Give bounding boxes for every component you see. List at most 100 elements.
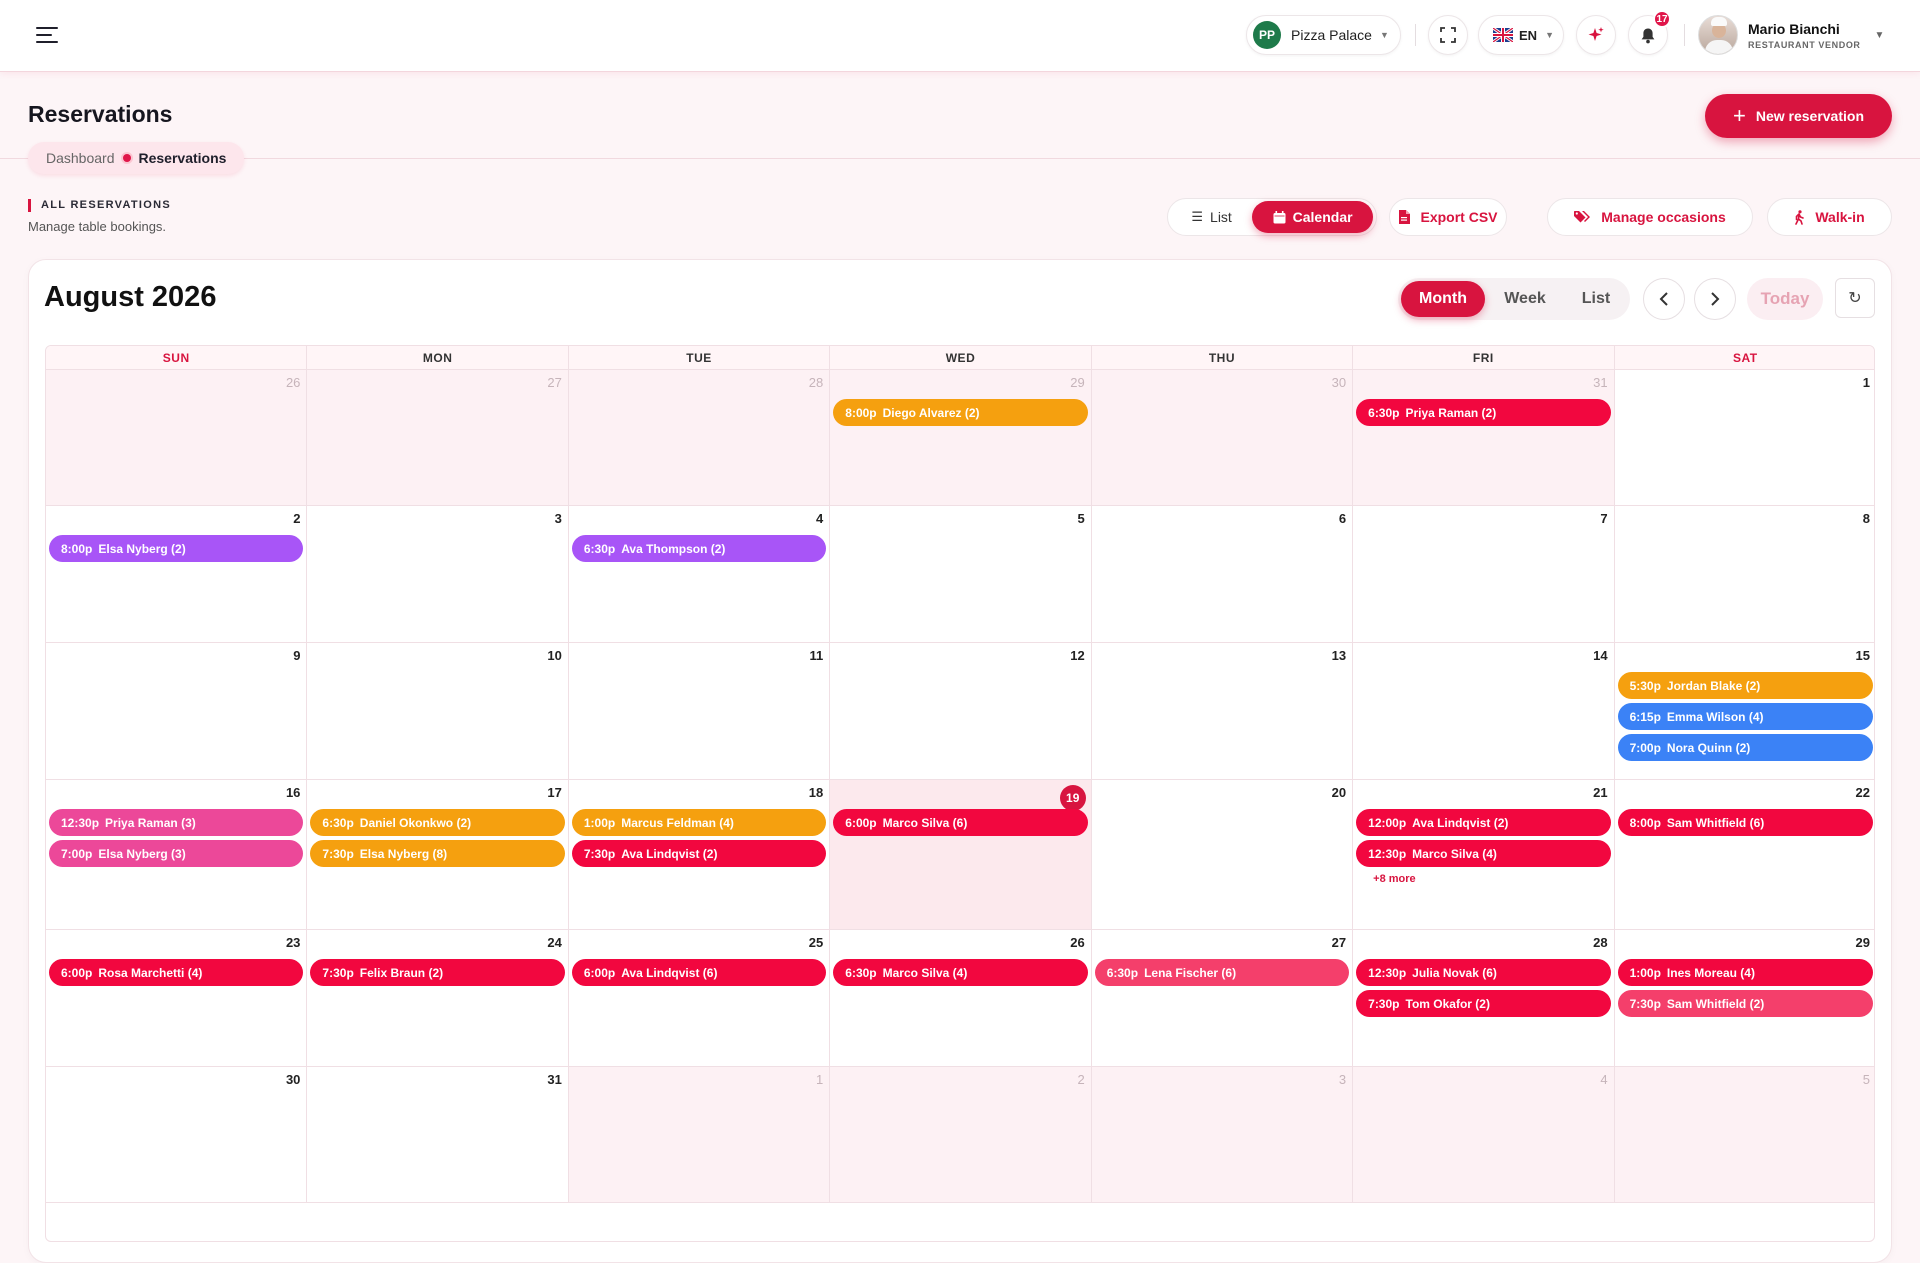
calendar-day-cell[interactable]: 14 (1353, 643, 1615, 780)
reservation-event[interactable]: 8:00p Sam Whitfield (6) (1617, 809, 1873, 836)
calendar-day-cell[interactable]: 5 (830, 506, 1092, 643)
calendar-day-cell[interactable]: 9 (46, 643, 308, 780)
notifications-button[interactable]: 17 (1628, 10, 1671, 55)
calendar-day-cell[interactable]: 13 (1091, 643, 1354, 780)
list-mode-button[interactable]: ☰ List (1171, 201, 1252, 233)
reservation-event[interactable]: 6:30p Priya Raman (2) (1356, 399, 1611, 426)
day-number: 29 (1855, 935, 1870, 950)
day-number: 2 (293, 511, 301, 526)
calendar-day-cell[interactable]: 2 8:00p Elsa Nyberg (2) (46, 506, 308, 643)
export-csv-button[interactable]: Export CSV (1389, 198, 1507, 236)
event-time: 8:00p (61, 541, 93, 556)
reservation-event[interactable]: 5:30p Jordan Blake (2) (1617, 672, 1873, 699)
user-menu[interactable]: Mario Bianchi RESTAURANT VENDOR ▼ (1698, 12, 1884, 58)
reservation-event[interactable]: 6:30p Marco Silva (4) (833, 959, 1088, 986)
calendar-mode-button[interactable]: Calendar (1252, 201, 1373, 233)
prev-month-button[interactable] (1643, 278, 1685, 320)
calendar-day-cell[interactable]: 29 8:00p Diego Alvarez (2) (830, 370, 1092, 506)
calendar-day-cell[interactable]: 27 6:30p Lena Fischer (6) (1091, 930, 1354, 1067)
reservation-event[interactable]: 12:00p Ava Lindqvist (2) (1356, 809, 1611, 836)
menu-toggle-icon[interactable] (36, 27, 58, 43)
reservation-event[interactable]: 6:00p Marco Silva (6) (833, 809, 1088, 836)
calendar-day-cell[interactable]: 30 (46, 1067, 308, 1203)
calendar-day-cell[interactable]: 17 6:30p Daniel Okonkwo (2) 7:30p Elsa Nyber… (307, 780, 569, 930)
view-month-button[interactable]: Month (1401, 281, 1485, 317)
calendar-day-cell[interactable]: 6 (1091, 506, 1354, 643)
calendar-day-cell[interactable]: 7 (1353, 506, 1615, 643)
fullscreen-button[interactable] (1428, 15, 1468, 55)
calendar-day-cell[interactable]: 29 1:00p Ines Moreau (4) 7:30p Sam Whitfield… (1614, 930, 1874, 1067)
reservation-event[interactable]: 12:30p Julia Novak (6) (1356, 959, 1611, 986)
reservation-event[interactable]: 6:30p Daniel Okonkwo (2) (310, 809, 565, 836)
calendar-day-cell[interactable]: 3 (1091, 1067, 1354, 1203)
calendar-day-cell[interactable]: 27 (307, 370, 569, 506)
calendar-day-cell[interactable]: 28 (568, 370, 831, 506)
calendar-day-cell[interactable]: 30 (1091, 370, 1354, 506)
calendar-day-cell[interactable]: 31 (307, 1067, 569, 1203)
reservation-event[interactable]: 7:30p Sam Whitfield (2) (1617, 990, 1873, 1017)
calendar-day-cell[interactable]: 2 (830, 1067, 1092, 1203)
calendar-day-cell[interactable]: 31 6:30p Priya Raman (2) (1353, 370, 1615, 506)
reservation-event[interactable]: 6:30p Lena Fischer (6) (1094, 959, 1350, 986)
reservation-event[interactable]: 1:00p Ines Moreau (4) (1617, 959, 1873, 986)
calendar-day-cell[interactable]: 3 (307, 506, 569, 643)
calendar-day-cell[interactable]: 4 (1353, 1067, 1615, 1203)
calendar-day-cell[interactable]: 25 6:00p Ava Lindqvist (6) (568, 930, 831, 1067)
reservation-event[interactable]: 12:30p Priya Raman (3) (49, 809, 304, 836)
calendar-day-cell[interactable]: 26 (46, 370, 308, 506)
calendar-day-cell[interactable]: 11 (568, 643, 831, 780)
store-switcher[interactable]: PP Pizza Palace ▼ (1246, 15, 1401, 55)
refresh-button[interactable]: ↻ (1835, 278, 1875, 318)
today-button[interactable]: Today (1747, 278, 1823, 320)
calendar-day-cell[interactable]: 19 6:00p Marco Silva (6) (830, 780, 1092, 930)
calendar-day-cell[interactable]: 10 (307, 643, 569, 780)
reservation-event[interactable]: 7:00p Elsa Nyberg (3) (49, 840, 304, 867)
breadcrumb-dashboard[interactable]: Dashboard (46, 150, 115, 166)
new-reservation-button[interactable]: + New reservation (1705, 94, 1892, 138)
calendar-day-cell[interactable]: 5 (1614, 1067, 1874, 1203)
calendar-day-cell[interactable]: 8 (1614, 506, 1874, 643)
reservation-event[interactable]: 12:30p Marco Silva (4) (1356, 840, 1611, 867)
reservation-event[interactable]: 6:00p Rosa Marchetti (4) (49, 959, 304, 986)
view-week-button[interactable]: Week (1485, 281, 1565, 317)
reservation-event[interactable]: 8:00p Diego Alvarez (2) (833, 399, 1088, 426)
weekday-header: FRI (1353, 346, 1615, 370)
walk-in-button[interactable]: Walk-in (1767, 198, 1892, 236)
calendar-day-cell[interactable]: 23 6:00p Rosa Marchetti (4) (46, 930, 308, 1067)
calendar-day-cell[interactable]: 18 1:00p Marcus Feldman (4) 7:30p Ava Lindqv… (568, 780, 831, 930)
weekday-header: SAT (1732, 351, 1758, 365)
day-number: 22 (1855, 785, 1870, 800)
reservation-event[interactable]: 7:00p Nora Quinn (2) (1617, 734, 1873, 761)
calendar-day-cell[interactable]: 16 12:30p Priya Raman (3) 7:00p Elsa Nyberg … (46, 780, 308, 930)
reservation-event[interactable]: 6:30p Ava Thompson (2) (571, 535, 827, 562)
reservation-event[interactable]: 1:00p Marcus Feldman (4) (571, 809, 827, 836)
calendar-day-cell[interactable]: 26 6:30p Marco Silva (4) (830, 930, 1092, 1067)
language-switcher[interactable]: EN ▼ (1478, 15, 1564, 55)
manage-occasions-button[interactable]: Manage occasions (1547, 198, 1753, 236)
ai-assistant-button[interactable] (1576, 15, 1616, 55)
calendar-day-cell[interactable]: 1 (568, 1067, 831, 1203)
calendar-day-cell[interactable]: 22 8:00p Sam Whitfield (6) (1614, 780, 1874, 930)
next-month-button[interactable] (1694, 278, 1736, 320)
reservation-event[interactable]: 6:15p Emma Wilson (4) (1617, 703, 1873, 730)
calendar-day-cell[interactable]: 20 (1091, 780, 1354, 930)
calendar-day-cell[interactable]: 15 5:30p Jordan Blake (2) 6:15p Emma Wilson … (1614, 643, 1874, 780)
reservation-event[interactable]: 7:30p Elsa Nyberg (8) (310, 840, 565, 867)
reservation-event[interactable]: 7:30p Tom Okafor (2) (1356, 990, 1611, 1017)
event-guest: Felix Braun (2) (359, 965, 444, 980)
calendar-day-cell[interactable]: 4 6:30p Ava Thompson (2) (568, 506, 831, 643)
reservation-event[interactable]: 7:30p Ava Lindqvist (2) (571, 840, 827, 867)
reservation-event[interactable]: 7:30p Felix Braun (2) (310, 959, 565, 986)
more-events-link[interactable]: +8 more (1373, 873, 1416, 885)
calendar-day-cell[interactable]: 1 (1614, 370, 1874, 506)
calendar-day-cell[interactable]: 21 12:00p Ava Lindqvist (2) 12:30p Marco Sil… (1353, 780, 1615, 930)
day-number: 4 (816, 511, 824, 526)
reservation-event[interactable]: 8:00p Elsa Nyberg (2) (49, 535, 304, 562)
calendar-day-cell[interactable]: 28 12:30p Julia Novak (6) 7:30p Tom Okafor (… (1353, 930, 1615, 1067)
event-guest: Daniel Okonkwo (2) (359, 815, 472, 830)
calendar-day-cell[interactable]: 24 7:30p Felix Braun (2) (307, 930, 569, 1067)
chevron-down-icon: ▼ (1874, 29, 1885, 41)
reservation-event[interactable]: 6:00p Ava Lindqvist (6) (571, 959, 827, 986)
view-list-button[interactable]: List (1565, 281, 1627, 317)
calendar-day-cell[interactable]: 12 (830, 643, 1092, 780)
